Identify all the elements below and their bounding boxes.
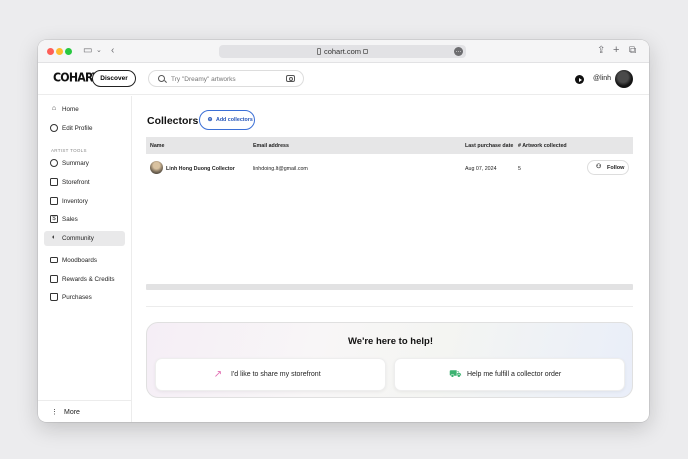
more-label: More [64,409,80,416]
more-vertical-icon: ⋮ [51,409,58,416]
tab-overview-icon[interactable]: ⧉ [629,45,636,57]
content-divider [146,306,633,307]
url-text: cohart.com [323,47,362,56]
rewards-icon [50,275,58,283]
sidebar-item-sales[interactable]: $ Sales [44,212,125,227]
column-header-email[interactable]: Email address [253,143,289,149]
fulfill-order-button[interactable]: ⛟ Help me fulfill a collector order [394,358,625,391]
storefront-icon [50,178,58,186]
sidebar-toggle-icon[interactable]: ▭ [83,45,92,57]
dollar-icon: $ [50,215,58,223]
last-purchase-date: Aug 07, 2024 [465,166,497,172]
chevron-down-icon[interactable]: ⌄ [96,45,102,57]
collector-email: linhdoing.lt@gmail.com [253,166,308,172]
community-icon: ◐ [51,234,57,241]
follow-label: Follow [607,165,625,171]
column-header-last-purchase[interactable]: Last purchase date [465,143,513,149]
back-icon[interactable]: ‹ [111,45,114,57]
sidebar-item-home[interactable]: ⌂ Home [44,102,125,117]
sidebar-item-label: Inventory [62,197,88,205]
share-icon: ↗ [213,369,223,380]
avatar[interactable] [615,70,633,88]
browser-toolbar: ▭ ⌄ ‹ cohart.com … ⇪ + ⧉ [38,40,649,63]
app-header: COHART Discover @linh [38,63,649,95]
lock-icon [363,49,368,54]
share-storefront-button[interactable]: ↗ I'd like to share my storefront [155,358,386,391]
sidebar-item-rewards[interactable]: Rewards & Credits [44,272,125,287]
artwork-count: 5 [518,166,521,172]
camera-icon[interactable] [286,75,295,82]
add-user-icon: ⊕ [207,117,213,123]
sidebar-item-label: Purchases [62,293,92,301]
username[interactable]: @linh [593,75,611,82]
page-title: Collectors [147,115,199,127]
sidebar-item-moodboards[interactable]: Moodboards [44,253,125,268]
sidebar: ⌂ Home Edit Profile ARTIST TOOLS Summary… [38,96,132,422]
close-window-button[interactable] [47,48,54,55]
sidebar-item-edit-profile[interactable]: Edit Profile [44,121,125,136]
add-collectors-button[interactable]: ⊕ Add collectors [199,110,255,130]
search-input[interactable] [171,73,279,85]
bag-icon [50,293,58,301]
sidebar-item-storefront[interactable]: Storefront [44,175,125,190]
more-button[interactable]: ⋮ More [51,408,80,416]
discover-button[interactable]: Discover [92,70,136,87]
minimize-window-button[interactable] [56,48,63,55]
inventory-icon [50,197,58,205]
maximize-window-button[interactable] [65,48,72,55]
collector-avatar [150,161,163,174]
search-bar[interactable] [148,70,304,87]
section-label: ARTIST TOOLS [51,148,87,153]
sidebar-item-label: Rewards & Credits [62,275,115,283]
sidebar-item-label: Edit Profile [62,124,93,132]
profile-icon [50,124,58,132]
folder-icon [50,257,58,263]
share-icon[interactable]: ⇪ [597,45,605,57]
help-title: We're here to help! [348,336,433,347]
share-storefront-label: I'd like to share my storefront [231,371,321,378]
add-collectors-label: Add collectors [216,117,253,123]
browser-window: ▭ ⌄ ‹ cohart.com … ⇪ + ⧉ COHART Discover… [38,40,649,422]
sidebar-divider [38,400,132,401]
user-icon: ⚇ [596,164,602,170]
sidebar-item-label: Community [62,234,94,242]
new-tab-icon[interactable]: + [613,44,619,56]
more-icon[interactable]: … [454,47,463,56]
sidebar-item-label: Sales [62,215,78,223]
play-icon[interactable] [575,75,584,84]
sidebar-item-label: Storefront [62,178,90,186]
column-header-name[interactable]: Name [150,143,164,149]
sidebar-item-label: Moodboards [62,256,98,264]
search-icon [158,75,165,82]
table-header: Name Email address Last purchase date # … [146,137,633,154]
table-row[interactable]: Linh Hong Duong Collector linhdoing.lt@g… [146,158,633,179]
sidebar-item-inventory[interactable]: Inventory [44,194,125,209]
sidebar-item-label: Home [62,105,79,113]
sidebar-item-label: Summary [62,159,89,167]
truck-icon: ⛟ [449,369,462,380]
tab-icon [317,48,321,55]
sidebar-item-purchases[interactable]: Purchases [44,290,125,305]
summary-icon [50,159,58,167]
column-header-artworks[interactable]: # Artwork collected [518,143,567,149]
follow-button[interactable]: ⚇ Follow [587,160,629,175]
horizontal-scrollbar[interactable] [146,284,633,290]
help-card: We're here to help! ↗ I'd like to share … [146,322,633,398]
sidebar-item-community[interactable]: ◐ Community [44,231,125,246]
sidebar-item-summary[interactable]: Summary [44,156,125,171]
fulfill-order-label: Help me fulfill a collector order [467,371,562,378]
collector-name[interactable]: Linh Hong Duong Collector [166,166,235,172]
home-icon: ⌂ [51,105,57,112]
address-bar[interactable]: cohart.com … [219,45,466,58]
